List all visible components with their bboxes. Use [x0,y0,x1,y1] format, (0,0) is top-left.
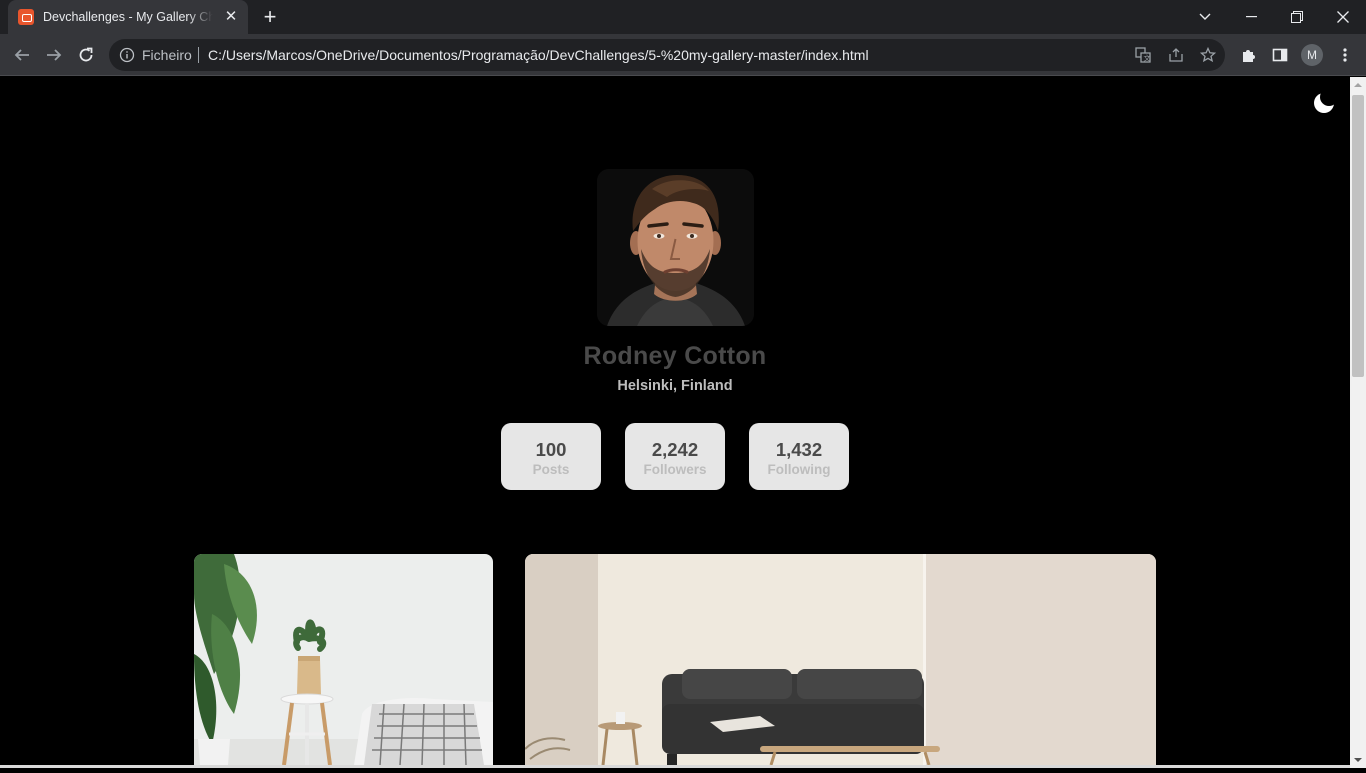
stat-card-following: 1,432 Following [749,423,849,490]
stat-label: Posts [532,462,570,477]
scrollbar-thumb[interactable] [1352,95,1364,377]
profile-location: Helsinki, Finland [617,378,733,394]
stat-value: 100 [535,439,567,460]
extensions-puzzle-icon[interactable] [1238,45,1258,65]
scheme-label: Ficheiro [142,47,192,63]
bookmark-star-icon[interactable] [1199,46,1217,64]
minimize-icon[interactable] [1228,0,1274,34]
profile-photo [597,169,754,326]
stat-card-followers: 2,242 Followers [625,423,725,490]
menu-kebab-icon[interactable] [1335,45,1355,65]
url-text[interactable]: C:/Users/Marcos/OneDrive/Documentos/Prog… [208,47,869,63]
stat-card-posts: 100 Posts [501,423,601,490]
stat-label: Following [767,462,831,477]
omnibox-divider [198,47,199,63]
tab-title: Devchallenges - My Gallery Challenge [43,10,213,24]
close-window-icon[interactable] [1320,0,1366,34]
page-scrollbar[interactable] [1350,77,1366,768]
reload-icon[interactable] [72,41,100,69]
translate-icon[interactable]: 文 [1134,46,1152,64]
stat-value: 1,432 [775,439,823,460]
browser-toolbar: Ficheiro C:/Users/Marcos/OneDrive/Docume… [0,34,1366,76]
new-tab-icon[interactable]: + [258,5,282,29]
forward-arrow-icon[interactable] [40,41,68,69]
address-bar[interactable]: Ficheiro C:/Users/Marcos/OneDrive/Docume… [109,39,1225,71]
restore-icon[interactable] [1274,0,1320,34]
stat-label: Followers [643,462,707,477]
browser-titlebar: Devchallenges - My Gallery Challenge ✕ + [0,0,1366,34]
share-icon[interactable] [1167,46,1185,64]
site-favicon-icon [18,9,34,25]
scroll-up-arrow-icon[interactable] [1350,77,1366,93]
scroll-down-arrow-icon[interactable] [1350,752,1366,768]
gallery-image-plant[interactable] [194,554,493,765]
profile-name: Rodney Cotton [583,342,767,370]
profile-avatar[interactable]: M [1301,44,1323,66]
stat-value: 2,242 [651,439,699,460]
site-info-icon[interactable] [119,47,135,63]
page-viewport: Rodney Cotton Helsinki, Finland 100 Post… [0,77,1350,765]
tab-close-icon[interactable]: ✕ [222,8,240,26]
browser-tab[interactable]: Devchallenges - My Gallery Challenge ✕ [8,0,248,34]
back-arrow-icon[interactable] [8,41,36,69]
gallery-image-living-room[interactable] [525,554,1156,765]
side-panel-icon[interactable] [1270,45,1290,65]
moon-icon[interactable] [1312,89,1338,115]
tab-search-icon[interactable] [1182,0,1228,34]
svg-text:文: 文 [1144,54,1151,63]
